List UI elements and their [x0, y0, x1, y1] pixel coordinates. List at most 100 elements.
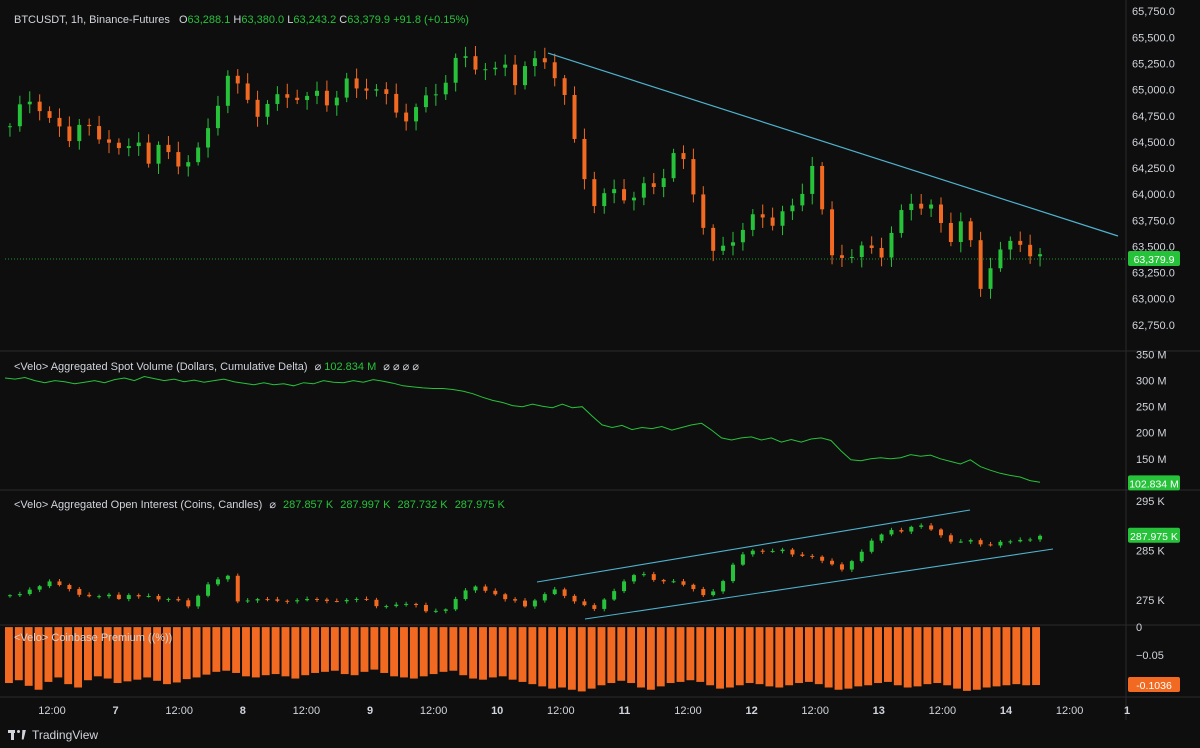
- premium-bar: [330, 627, 339, 671]
- oi-candle: [810, 555, 815, 557]
- premium-bar: [933, 627, 942, 684]
- premium-bar: [419, 627, 428, 677]
- premium-bar: [429, 627, 438, 675]
- oi-candle: [315, 598, 319, 600]
- price-tick-label: 63,000.0: [1132, 294, 1175, 306]
- price-candle: [711, 227, 716, 251]
- oi-candle: [334, 601, 339, 603]
- premium-bar: [716, 627, 724, 689]
- price-candle: [315, 90, 319, 96]
- premium-bar: [755, 627, 764, 685]
- premium-bar: [528, 627, 537, 685]
- volume-settings-icon[interactable]: ⌀: [315, 361, 322, 373]
- price-candle: [839, 255, 844, 258]
- change-value: +91.8 (+0.15%): [393, 14, 469, 26]
- oi-candle: [443, 609, 448, 611]
- price-candle: [562, 78, 567, 95]
- premium-bar: [567, 627, 576, 690]
- oi-candle: [7, 595, 12, 597]
- oi-channel-lower: [584, 548, 1054, 620]
- price-candle: [631, 197, 636, 201]
- premium-bar: [538, 627, 547, 687]
- premium-bar: [1012, 627, 1021, 685]
- price-candle: [939, 204, 943, 223]
- price-tick-label: 62,750.0: [1132, 320, 1175, 332]
- price-candle: [810, 165, 815, 194]
- premium-bar: [864, 627, 873, 686]
- oi-candle: [552, 589, 557, 595]
- oi-candle: [344, 599, 349, 602]
- high-value: 63,380.0: [241, 14, 285, 26]
- oi-settings-icon[interactable]: ⌀: [269, 499, 276, 511]
- premium-bar: [439, 627, 448, 672]
- price-candle: [721, 245, 726, 251]
- price-candle: [532, 58, 537, 67]
- price-last-tag: 63,379.9: [1134, 254, 1175, 266]
- oi-candle: [186, 600, 191, 607]
- oi-low-value: 287.732 K: [397, 499, 448, 511]
- price-candle: [1038, 254, 1043, 257]
- price-candle: [780, 211, 785, 226]
- price-tick-label: 65,500.0: [1132, 32, 1175, 44]
- oi-candle: [651, 574, 656, 580]
- premium-bar: [232, 627, 241, 673]
- premium-bar: [459, 627, 468, 676]
- oi-candle: [364, 598, 369, 600]
- close-value: 63,379.9: [347, 14, 391, 26]
- premium-bar: [271, 627, 280, 675]
- price-candle: [740, 229, 745, 243]
- price-candle: [661, 178, 666, 187]
- price-candle: [830, 209, 835, 256]
- oi-candle: [740, 554, 745, 565]
- premium-bar: [982, 627, 991, 688]
- oi-last-tag: 287.975 K: [1130, 531, 1178, 543]
- oi-candle: [324, 599, 329, 602]
- volume-line: [4, 375, 1041, 483]
- oi-candle: [919, 525, 924, 527]
- chart-canvas[interactable]: 65,750.0 65,500.0 65,250.0 65,000.0 64,750.0…: [0, 0, 1200, 748]
- time-tick-label: 1: [1124, 705, 1130, 717]
- oi-candle: [176, 599, 181, 601]
- oi-candle: [156, 595, 161, 600]
- oi-candle: [622, 581, 627, 592]
- oi-candle: [97, 596, 102, 598]
- price-candle: [453, 57, 458, 83]
- price-candle: [77, 124, 82, 142]
- premium-bar: [311, 627, 320, 673]
- price-candle: [166, 144, 171, 153]
- oi-candle: [513, 599, 518, 601]
- price-candle: [67, 126, 72, 142]
- volume-title: <Velo> Aggregated Spot Volume (Dollars, …: [14, 361, 308, 373]
- premium-bar: [370, 627, 379, 670]
- price-candle: [384, 89, 389, 94]
- oi-candle: [711, 591, 716, 596]
- tradingview-footer[interactable]: TradingView: [8, 728, 98, 742]
- price-candle: [354, 78, 359, 89]
- premium-bar: [172, 627, 181, 683]
- price-candle: [235, 75, 240, 84]
- price-candle: [948, 222, 953, 243]
- price-tick-label: 65,250.0: [1132, 59, 1175, 71]
- premium-bar: [844, 627, 853, 689]
- price-candle: [473, 56, 478, 70]
- volume-extra-icons[interactable]: ⌀ ⌀ ⌀ ⌀: [383, 361, 419, 373]
- tradingview-logo-icon: [8, 729, 26, 741]
- time-tick-label: 12:00: [293, 705, 321, 717]
- brand-label: TradingView: [32, 728, 99, 742]
- price-candle: [1028, 244, 1033, 257]
- premium-title: <Velo> Coinbase Premium ((%)): [14, 632, 173, 644]
- oi-candle: [731, 564, 735, 582]
- price-candle: [978, 240, 983, 289]
- price-candle: [37, 101, 42, 112]
- price-candle: [493, 67, 498, 70]
- time-tick-label: 12:00: [38, 705, 66, 717]
- premium-last-tag: -0.1036: [1136, 680, 1172, 692]
- oi-candle: [285, 600, 290, 602]
- volume-legend: <Velo> Aggregated Spot Volume (Dollars, …: [14, 360, 419, 373]
- oi-candle: [77, 589, 82, 595]
- price-candle: [889, 232, 894, 258]
- oi-candle: [493, 590, 498, 595]
- oi-candle: [582, 601, 587, 606]
- price-candle: [750, 214, 755, 230]
- price-candle: [899, 210, 904, 233]
